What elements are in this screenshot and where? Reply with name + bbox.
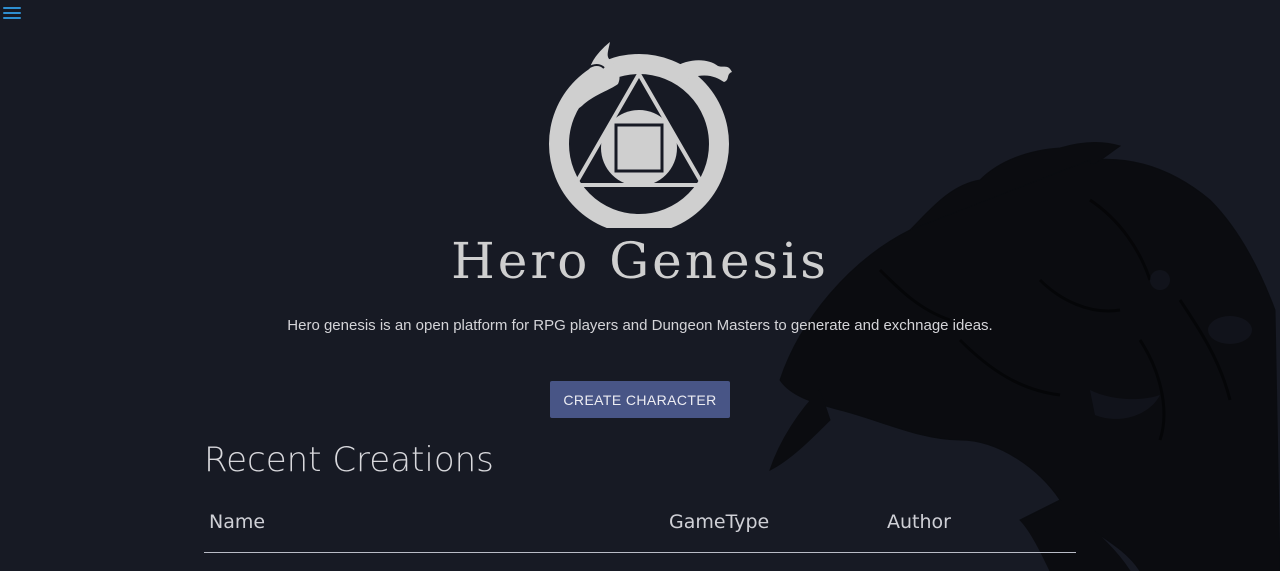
hamburger-menu-icon[interactable]	[3, 5, 22, 22]
recent-creations-table-header: Name GameType Author	[204, 506, 1076, 553]
site-title: Hero Genesis	[451, 232, 829, 290]
dragon-circle-triangle-logo	[549, 42, 732, 228]
recent-creations-heading: Recent Creations	[204, 440, 494, 480]
page: Hero Genesis Hero genesis is an open pla…	[0, 0, 1280, 571]
column-header-name[interactable]: Name	[209, 510, 265, 534]
column-header-gametype[interactable]: GameType	[669, 510, 769, 534]
site-tagline: Hero genesis is an open platform for RPG…	[287, 317, 993, 334]
create-character-button[interactable]: CREATE CHARACTER	[550, 381, 730, 418]
column-header-author[interactable]: Author	[887, 510, 951, 534]
